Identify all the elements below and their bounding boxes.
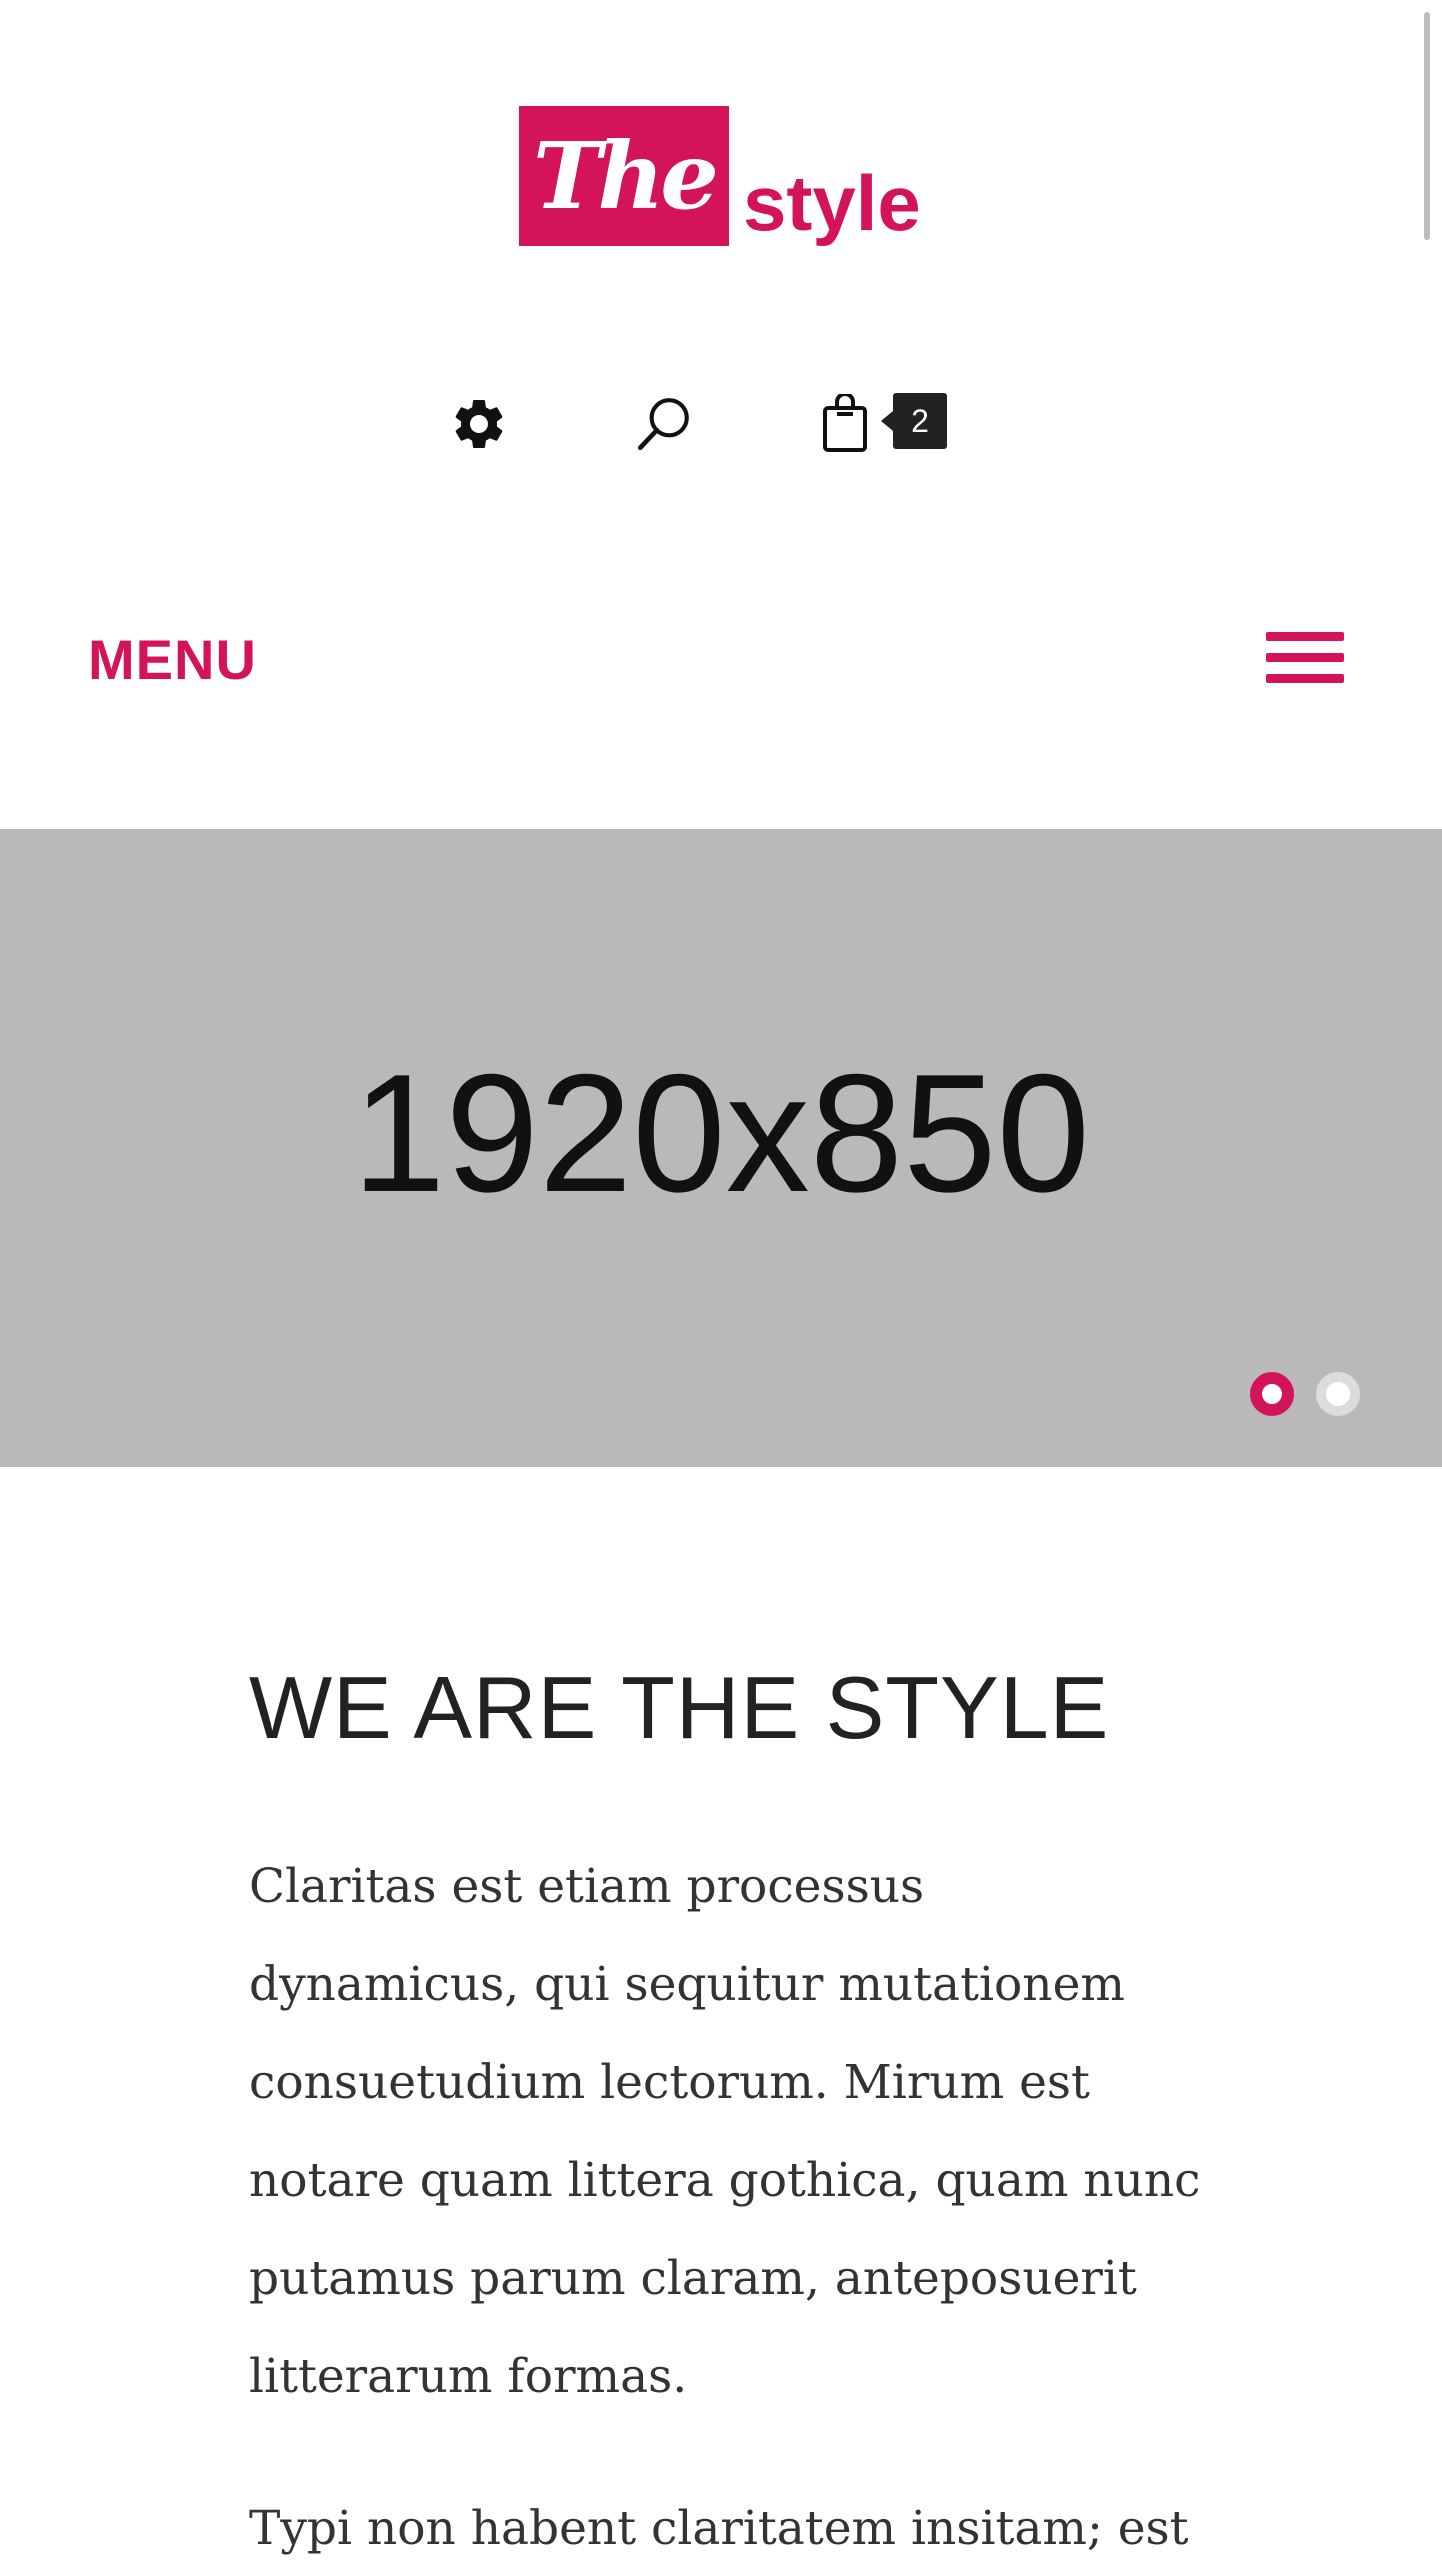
logo[interactable]: The style xyxy=(519,104,921,246)
hero-placeholder-text: 1920x850 xyxy=(351,1039,1091,1227)
gear-icon[interactable] xyxy=(444,389,514,459)
header-icons: 2 xyxy=(0,385,1442,455)
menu-label[interactable]: MENU xyxy=(88,632,257,688)
hero-slider: 1920x850 xyxy=(0,829,1442,1467)
paragraph: Claritas est etiam processus dynamicus, … xyxy=(249,1859,1201,2404)
section-title: WE ARE THE STYLE xyxy=(249,1658,1110,1757)
slider-dot-2[interactable] xyxy=(1316,1372,1360,1416)
paragraph: Typi non habent claritatem insitam; est xyxy=(249,2501,1189,2556)
shopping-bag-icon[interactable] xyxy=(810,389,880,459)
logo-mark: The xyxy=(519,106,729,246)
scrollbar[interactable] xyxy=(1424,12,1430,240)
cart-count-badge[interactable]: 2 xyxy=(881,393,947,449)
logo-mark-text: The xyxy=(533,122,719,230)
hamburger-icon[interactable] xyxy=(1266,632,1344,686)
slider-dot-1[interactable] xyxy=(1250,1372,1294,1416)
search-icon[interactable] xyxy=(628,389,698,459)
logo-wordmark: style xyxy=(743,159,921,247)
page: The style 2 MENU 1920x850 WE ARE THE STY… xyxy=(0,0,1442,2562)
